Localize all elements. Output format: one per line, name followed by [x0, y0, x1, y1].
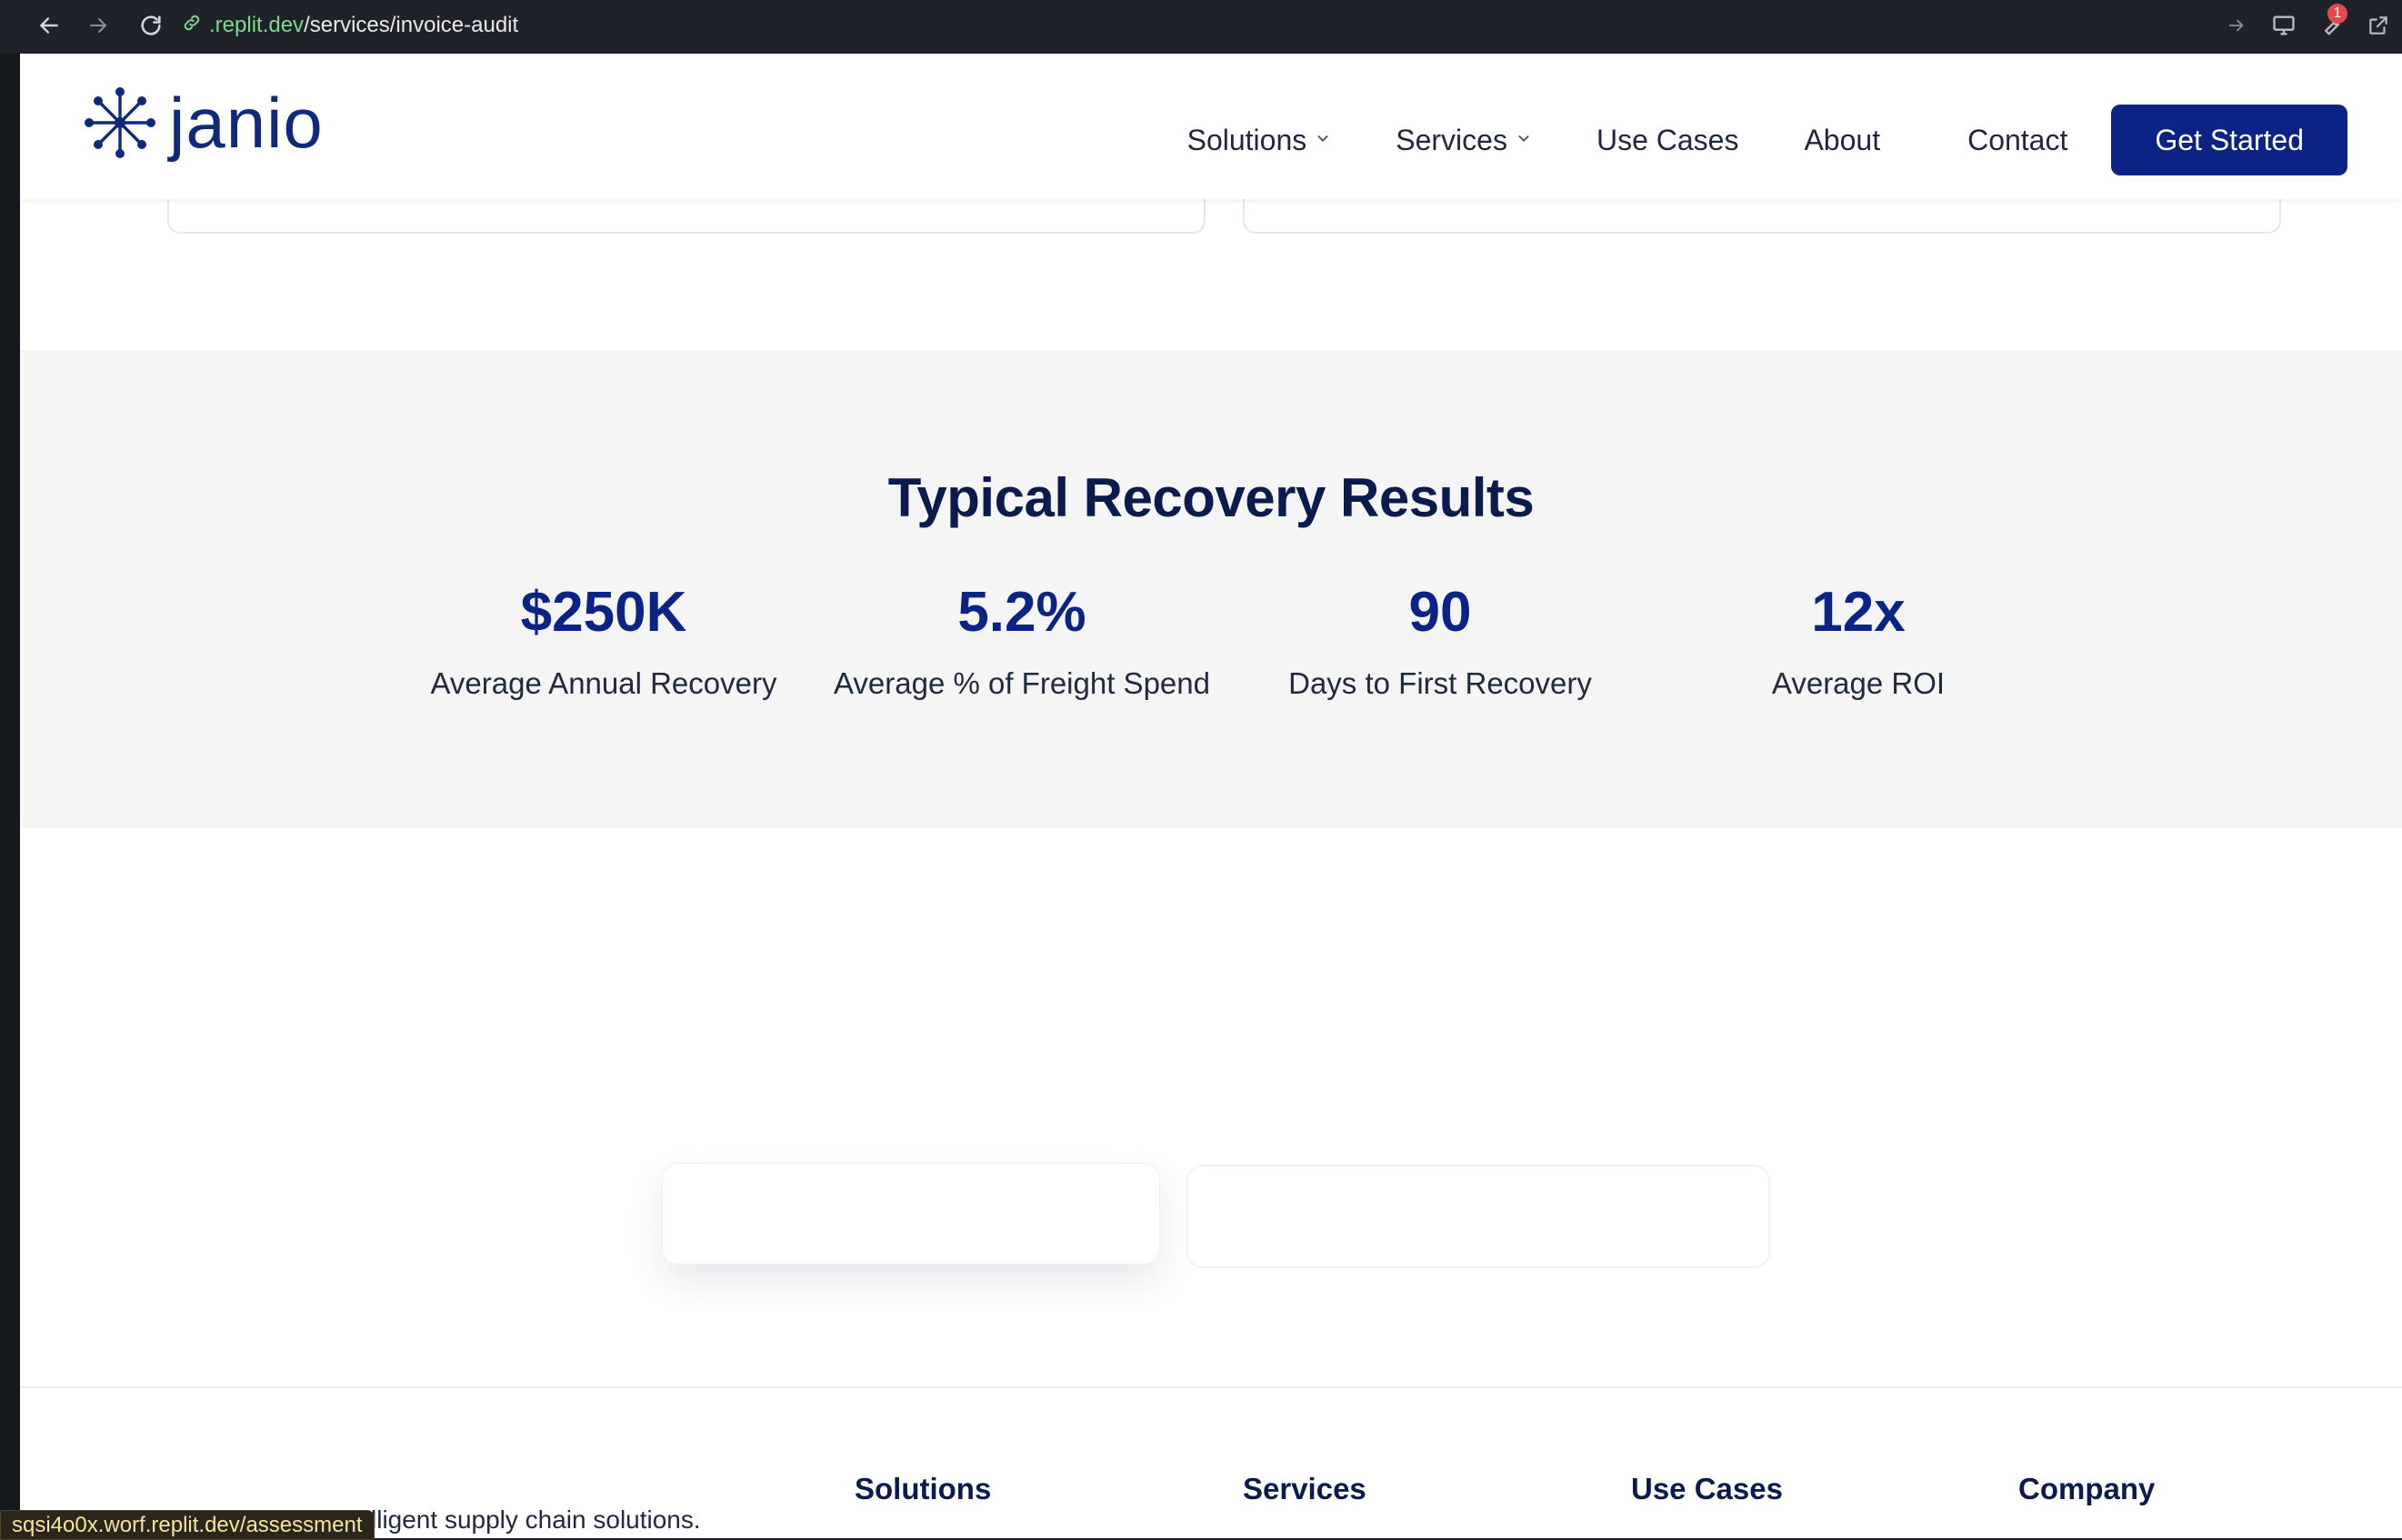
nav-label: Solutions [1186, 123, 1307, 156]
link-icon [182, 13, 202, 39]
footer-tagline: lligent supply chain solutions. [371, 1505, 701, 1534]
footer-heading-services: Services [1243, 1472, 1366, 1505]
browser-toolbar: .replit.dev/services/invoice-audit 1 [0, 0, 2402, 54]
back-arrow-icon[interactable] [31, 7, 67, 44]
nav-about[interactable]: About [1804, 124, 1880, 157]
url-path: /services/invoice-audit [304, 13, 519, 37]
tools-icon[interactable]: 1 [2307, 4, 2355, 44]
nav-use-cases[interactable]: Use Cases [1596, 124, 1739, 157]
nav-label: Contact [1967, 123, 2068, 156]
chevron-down-icon [1516, 130, 1531, 151]
stat-value: 12x [1811, 581, 1906, 644]
main-nav: Solutions Services Use Cases About Conta… [1122, 105, 2347, 175]
stat-label: Average Annual Recovery [430, 666, 777, 700]
stat-card: $250K Average Annual Recovery [404, 585, 804, 701]
nav-label: Use Cases [1596, 123, 1739, 156]
recovery-results-section: Typical Recovery Results $250K Average A… [20, 350, 2402, 828]
janio-logo[interactable]: janio [84, 86, 324, 159]
nav-solutions[interactable]: Solutions [1187, 124, 1331, 157]
logo-star-icon [85, 87, 155, 158]
stat-label: Days to First Recovery [1288, 666, 1592, 700]
stat-label: Average % of Freight Spend [834, 666, 1210, 700]
cta-card[interactable] [662, 1163, 1160, 1265]
footer-heading-company: Company [2018, 1472, 2156, 1505]
stat-value: 90 [1408, 581, 1472, 644]
section-title: Typical Recovery Results [887, 467, 1535, 528]
forward-arrow-icon[interactable] [80, 7, 116, 44]
notification-badge: 1 [2327, 4, 2347, 24]
stat-card: 12x Average ROI [1658, 585, 2058, 701]
nav-label: Services [1396, 123, 1507, 156]
stat-value: 5.2% [957, 581, 1086, 644]
footer-divider [20, 1386, 2402, 1388]
chevron-down-icon [1316, 130, 1330, 151]
cta-card[interactable] [1186, 1165, 1770, 1268]
nav-label: About [1804, 123, 1881, 156]
monitor-icon[interactable] [2260, 7, 2307, 44]
get-started-button[interactable]: Get Started [2111, 105, 2347, 175]
stat-label: Average ROI [1771, 666, 1946, 700]
nav-contact[interactable]: Contact [1967, 124, 2067, 157]
footer-heading-use-cases: Use Cases [1631, 1472, 1783, 1505]
stat-value: $250K [520, 581, 687, 644]
open-external-icon[interactable] [2355, 7, 2402, 44]
webpage: janio Solutions Services Use Cases About [20, 54, 2402, 1538]
address-bar[interactable]: .replit.dev/services/invoice-audit [182, 7, 518, 44]
footer-heading-solutions: Solutions [855, 1472, 992, 1505]
link-status-tooltip: sqsi4o0x.worf.replit.dev/assessment [0, 1510, 375, 1540]
stat-card: 5.2% Average % of Freight Spend [822, 585, 1222, 701]
stat-card: 90 Days to First Recovery [1240, 585, 1640, 701]
arrow-right-icon[interactable] [2213, 7, 2260, 44]
site-header: janio Solutions Services Use Cases About [20, 54, 2402, 199]
reload-icon[interactable] [133, 7, 169, 44]
nav-services[interactable]: Services [1396, 124, 1531, 157]
url-domain: .replit.dev [209, 13, 305, 37]
logo-wordmark: janio [169, 83, 324, 163]
window-edge [0, 54, 20, 1538]
